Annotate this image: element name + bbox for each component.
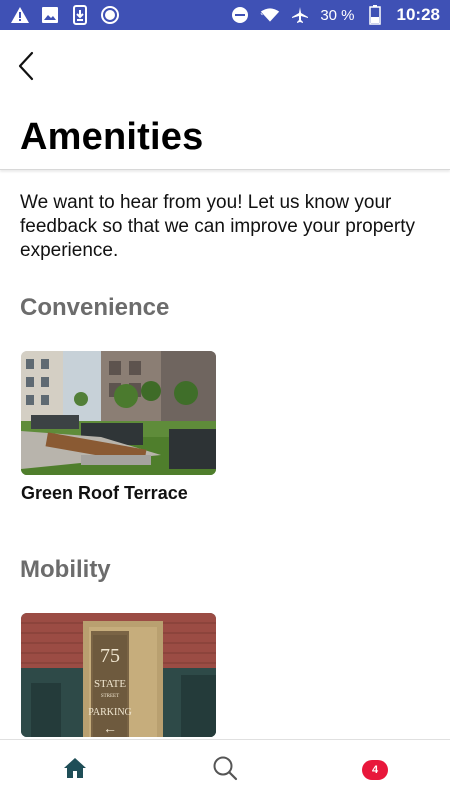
circle-icon	[100, 5, 120, 25]
back-button[interactable]	[10, 50, 42, 86]
search-icon	[212, 755, 238, 786]
section-title-convenience: Convenience	[20, 294, 170, 321]
green-roof-terrace-image	[21, 351, 216, 475]
status-bar: 30 % 10:28	[0, 0, 450, 30]
nav-home[interactable]	[0, 740, 150, 800]
notification-badge: 4	[362, 760, 388, 780]
battery-icon	[365, 5, 385, 25]
warning-icon	[10, 5, 30, 25]
status-time: 10:28	[396, 5, 440, 24]
wifi-icon	[260, 5, 280, 25]
amenity-card-parking[interactable]: 75 STATE STREET PARKING ←	[21, 613, 216, 737]
nav-search[interactable]	[150, 740, 300, 800]
section-title-mobility: Mobility	[20, 556, 111, 583]
image-icon	[40, 5, 60, 25]
amenity-card-green-roof-terrace[interactable]: Green Roof Terrace	[21, 351, 216, 504]
sign-line-2: STREET	[101, 694, 119, 699]
page-title: Amenities	[20, 116, 204, 158]
battery-percent: 30 %	[320, 6, 355, 24]
sign-line-3: PARKING	[88, 707, 132, 718]
intro-text: We want to hear from you! Let us know yo…	[20, 192, 415, 261]
do-not-disturb-icon	[230, 5, 250, 25]
content-scroll-area[interactable]: We want to hear from you! Let us know yo…	[0, 171, 450, 739]
sign-arrow: ←	[103, 720, 117, 736]
home-icon	[63, 757, 87, 784]
bottom-navigation: 4	[0, 739, 450, 800]
download-icon	[70, 5, 90, 25]
sign-number: 75	[100, 645, 120, 667]
amenity-card-label: Green Roof Terrace	[21, 483, 188, 503]
nav-notifications[interactable]: 4	[300, 740, 450, 800]
chevron-left-icon	[17, 51, 35, 86]
parking-sign-image: 75 STATE STREET PARKING ←	[21, 613, 216, 737]
sign-line-1: STATE	[94, 678, 126, 690]
app-bar: Amenities	[0, 30, 450, 170]
airplane-icon	[290, 5, 310, 25]
